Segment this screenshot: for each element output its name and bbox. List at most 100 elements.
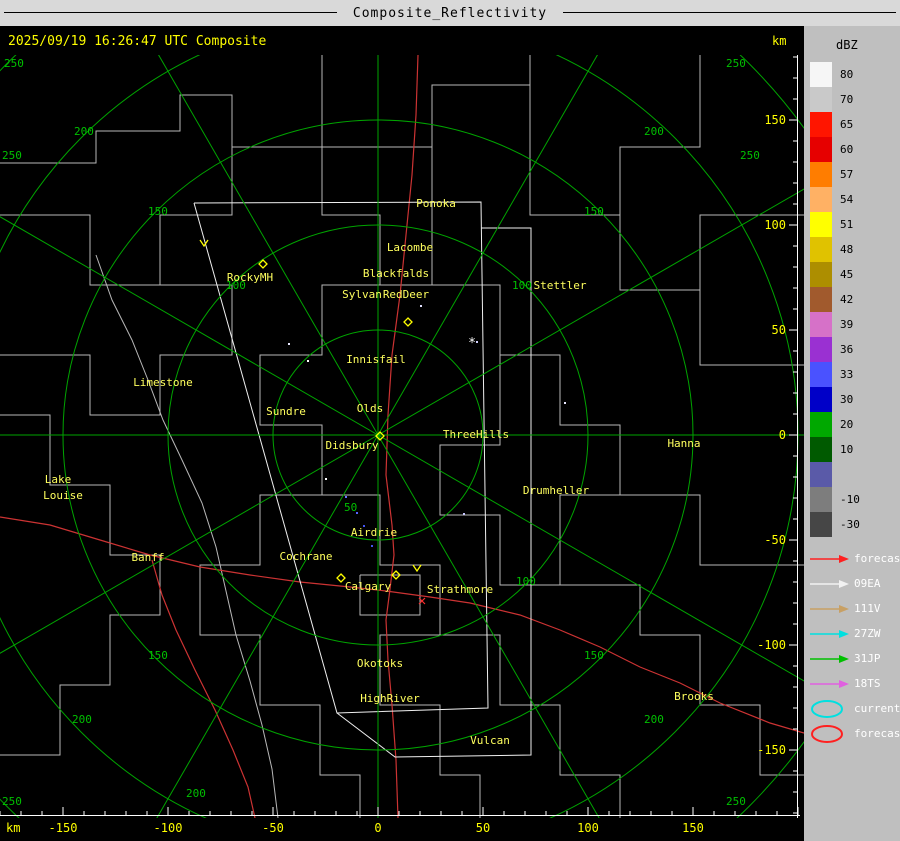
y-axis-label: 150 xyxy=(764,113,786,127)
colorbar-value: -30 xyxy=(840,518,860,531)
colorbar-swatch xyxy=(810,387,832,412)
range-ring-label: 250 xyxy=(2,149,22,162)
town-label: Hanna xyxy=(667,437,700,450)
window-title: Composite_Reflectivity xyxy=(336,5,564,21)
county-boundary xyxy=(0,214,160,286)
colorbar-entry: 51 xyxy=(810,212,860,237)
town-label: Drumheller xyxy=(523,484,590,497)
colorbar-value: 33 xyxy=(840,368,854,381)
county-boundary xyxy=(440,634,621,818)
town-label: Sylvan xyxy=(342,288,382,301)
colorbar-swatch xyxy=(810,487,832,512)
colorbar-value: 70 xyxy=(840,93,854,106)
chevron-marker-icon xyxy=(199,239,209,248)
colorbar-swatch xyxy=(810,62,832,87)
town-label: Vulcan xyxy=(470,734,510,747)
range-ring-label: 200 xyxy=(644,125,664,138)
town-label: Lacombe xyxy=(387,241,433,254)
county-boundary xyxy=(699,290,804,366)
y-axis-label: 50 xyxy=(772,323,786,337)
colorbar-entry: -10 xyxy=(810,487,860,512)
radar-map[interactable]: 250 200 150 250 200 150 250 250 100 100 50 100 150 20… xyxy=(0,55,804,818)
station-diamond-icon xyxy=(403,317,413,327)
legend-item: 18TS xyxy=(808,671,900,696)
range-ring-label: 250 xyxy=(726,57,746,70)
asterisk-marker-icon: * xyxy=(468,336,476,351)
radar-sector-outline xyxy=(336,227,532,758)
colorbar-entry: 36 xyxy=(810,337,860,362)
echo-dot xyxy=(564,402,566,404)
colorbar-entry: 60 xyxy=(810,137,860,162)
range-ring-label: 150 xyxy=(148,205,168,218)
echo-dot xyxy=(356,512,358,514)
colorbar-value: 57 xyxy=(840,168,854,181)
timestamp-label: 2025/09/19 16:26:47 UTC Composite xyxy=(8,34,267,49)
legend-item: forecast xyxy=(808,546,900,571)
legend-arrow-icon xyxy=(810,604,849,613)
echo-dot xyxy=(345,496,347,498)
overlay-legend: forecast 09EA 111V 27ZW 31JP 18TS current forec… xyxy=(808,546,900,746)
county-boundary xyxy=(439,355,620,586)
chevron-marker-icon xyxy=(412,564,422,573)
town-label: Cochrane xyxy=(280,550,333,563)
colorbar-swatch xyxy=(810,462,832,487)
colorbar: 80 70 65 60 57 54 51 48 45 42 39 36 33 30 20 10 -10 -30 xyxy=(810,62,860,537)
range-ring-label: 250 xyxy=(2,795,22,808)
town-label: Limestone xyxy=(133,376,193,389)
town-label: Brooks xyxy=(674,690,714,703)
colorbar-swatch xyxy=(810,212,832,237)
colorbar-value: 42 xyxy=(840,293,854,306)
colorbar-entry: 39 xyxy=(810,312,860,337)
legend-item-label: 31JP xyxy=(854,652,881,665)
colorbar-swatch xyxy=(810,287,832,312)
legend-item: 09EA xyxy=(808,571,900,596)
town-label: Stettler xyxy=(534,279,587,292)
x-axis-bar: km -150 -100 -50 0 50 100 150 xyxy=(0,818,804,841)
colorbar-swatch xyxy=(810,237,832,262)
legend-item-label: 27ZW xyxy=(854,627,881,640)
colorbar-entry: 30 xyxy=(810,387,860,412)
colorbar-entry: 54 xyxy=(810,187,860,212)
colorbar-swatch xyxy=(810,437,832,462)
y-axis-unit-label: km xyxy=(772,34,787,48)
county-boundary xyxy=(322,55,531,148)
colorbar-value: 54 xyxy=(840,193,854,206)
colorbar-entry: 45 xyxy=(810,262,860,287)
town-label: Ponoka xyxy=(416,197,456,210)
y-axis-label: 100 xyxy=(764,218,786,232)
colorbar-entry: -30 xyxy=(810,512,860,537)
legend-item: forecast xyxy=(808,721,900,746)
colorbar-value: 30 xyxy=(840,393,854,406)
legend-arrow-icon xyxy=(810,554,849,563)
legend-sidebar: dBZ 80 70 65 60 57 54 51 48 45 42 39 36 33 30 20 10 -10 -… xyxy=(804,26,900,841)
x-axis-label: -150 xyxy=(48,821,78,835)
station-diamond-icon xyxy=(336,573,346,583)
colorbar-swatch xyxy=(810,412,832,437)
town-label: Calgary xyxy=(345,580,392,593)
x-axis-label: -100 xyxy=(153,821,183,835)
colorbar-value: 45 xyxy=(840,268,854,281)
town-label: Didsbury xyxy=(326,439,379,452)
range-ring-label: 200 xyxy=(74,125,94,138)
range-ring-label: 250 xyxy=(4,57,24,70)
colorbar-value: 10 xyxy=(840,443,854,456)
town-label: Blackfalds xyxy=(363,267,429,280)
legend-item-label: forecast xyxy=(854,727,900,740)
range-ring-label: 100 xyxy=(512,279,532,292)
town-label: Banff xyxy=(131,551,164,564)
range-ring-label: 50 xyxy=(344,501,357,514)
county-boundary xyxy=(431,147,804,566)
colorbar-entry xyxy=(810,462,860,487)
range-ring-label: 150 xyxy=(584,205,604,218)
town-label: Olds xyxy=(357,402,384,415)
legend-arrow-icon xyxy=(810,629,849,638)
town-label: Innisfail xyxy=(346,353,406,366)
echo-dot xyxy=(288,343,290,345)
colorbar-swatch xyxy=(810,512,832,537)
colorbar-value: 80 xyxy=(840,68,854,81)
x-axis-label: 50 xyxy=(475,821,491,835)
colorbar-entry: 65 xyxy=(810,112,860,137)
colorbar-swatch xyxy=(810,137,832,162)
colorbar-swatch xyxy=(810,187,832,212)
colorbar-entry: 42 xyxy=(810,287,860,312)
